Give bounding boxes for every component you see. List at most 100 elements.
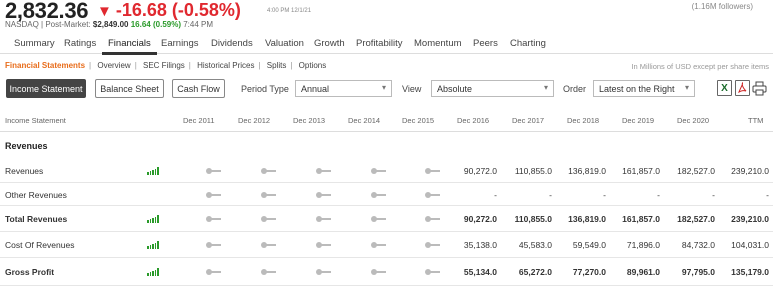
key-icon[interactable] [316,192,332,198]
period-type-select[interactable]: Annual ▾ [295,80,392,97]
table-cell: 182,527.0 [677,166,715,176]
key-icon[interactable] [425,216,441,222]
key-icon[interactable] [206,168,222,174]
mini-chart-icon[interactable] [147,215,159,223]
column-header-dec-2014[interactable]: Dec 2014 [348,116,380,125]
key-icon[interactable] [425,192,441,198]
key-icon[interactable] [371,269,387,275]
subnav-options[interactable]: Options [299,61,327,70]
table-cell: - [549,190,552,200]
tab-valuation[interactable]: Valuation [265,38,304,49]
order-select[interactable]: Latest on the Right ▾ [593,80,695,97]
cash-flow-button[interactable]: Cash Flow [172,79,225,98]
tab-charting[interactable]: Charting [510,38,546,49]
column-header-dec-2013[interactable]: Dec 2013 [293,116,325,125]
column-header-dec-2019[interactable]: Dec 2019 [622,116,654,125]
chevron-down-icon: ▾ [543,83,548,92]
down-arrow-icon: ▼ [97,3,112,20]
sub-nav: Financial Statements | Overview | SEC Fili… [5,61,327,70]
column-header-dec-2020[interactable]: Dec 2020 [677,116,709,125]
tab-momentum[interactable]: Momentum [414,38,462,49]
table-cell: 77,270.0 [572,267,606,277]
table-cell: - [603,190,606,200]
table-row: Gross Profit 55,134.0 65,272.0 77,270.0 89,9… [0,258,773,286]
post-market-line: NASDAQ | Post-Market: $2,849.00 16.64 (0… [5,20,214,29]
table-cell: 161,857.0 [622,214,660,224]
main-tabs: Summary Ratings Financials Earnings Divi… [0,33,773,55]
table-cell: 161,857.0 [622,166,660,176]
tab-profitability[interactable]: Profitability [356,38,402,49]
key-icon[interactable] [206,269,222,275]
view-select[interactable]: Absolute ▾ [431,80,554,97]
row-label: Gross Profit [5,267,55,277]
chevron-down-icon: ▾ [381,83,386,92]
table-cell: - [657,190,660,200]
tab-financials[interactable]: Financials [102,38,157,55]
table-cell: 55,134.0 [463,267,497,277]
subnav-sec-filings[interactable]: SEC Filings [143,61,185,70]
subnav-financial-statements[interactable]: Financial Statements [5,61,85,70]
column-header-label: Income Statement [5,116,66,125]
key-icon[interactable] [316,168,332,174]
income-statement-button[interactable]: Income Statement [6,79,86,98]
key-icon[interactable] [261,269,277,275]
key-icon[interactable] [316,242,332,248]
mini-chart-icon[interactable] [147,241,159,249]
column-header-dec-2016[interactable]: Dec 2016 [457,116,489,125]
order-label: Order [563,84,587,94]
balance-sheet-button[interactable]: Balance Sheet [95,79,164,98]
mini-chart-icon[interactable] [147,268,159,276]
toolbar: Income Statement Balance Sheet Cash Flow… [0,77,773,101]
key-icon[interactable] [425,168,441,174]
key-icon[interactable] [261,192,277,198]
table-cell: - [712,190,715,200]
followers-count: (1.16M followers) [691,2,753,11]
column-header-dec-2017[interactable]: Dec 2017 [512,116,544,125]
table-cell: 135,179.0 [731,267,769,277]
table-cell: 89,961.0 [626,267,660,277]
excel-icon[interactable]: X [717,80,732,96]
table-row: Other Revenues - - - - - - [0,183,773,206]
column-header-ttm[interactable]: TTM [748,116,763,125]
column-header-dec-2015[interactable]: Dec 2015 [402,116,434,125]
subnav-overview[interactable]: Overview [97,61,130,70]
subnav-historical-prices[interactable]: Historical Prices [197,61,254,70]
table-row: Total Revenues 90,272.0 110,855.0 136,819.0… [0,206,773,232]
key-icon[interactable] [206,192,222,198]
subnav-splits[interactable]: Splits [267,61,287,70]
key-icon[interactable] [261,168,277,174]
quote-time: 4:00 PM 12/1/21 [267,8,312,14]
key-icon[interactable] [261,242,277,248]
tab-dividends[interactable]: Dividends [211,38,253,49]
tab-earnings[interactable]: Earnings [161,38,199,49]
chevron-down-icon: ▾ [684,83,689,92]
key-icon[interactable] [206,216,222,222]
table-cell: 35,138.0 [463,240,497,250]
print-icon[interactable] [752,80,767,96]
table-header: Income Statement Dec 2011 Dec 2012 Dec 2… [0,104,773,132]
key-icon[interactable] [316,269,332,275]
table-cell: 136,819.0 [568,166,606,176]
tab-summary[interactable]: Summary [14,38,55,49]
key-icon[interactable] [425,242,441,248]
key-icon[interactable] [425,269,441,275]
table-row: Revenues 90,272.0 110,855.0 136,819.0 161,85… [0,158,773,183]
mini-chart-icon[interactable] [147,167,159,175]
key-icon[interactable] [261,216,277,222]
units-note: In Millions of USD except per share item… [631,62,769,71]
column-header-dec-2018[interactable]: Dec 2018 [567,116,599,125]
key-icon[interactable] [371,216,387,222]
key-icon[interactable] [316,216,332,222]
table-cell: 45,583.0 [518,240,552,250]
column-header-dec-2012[interactable]: Dec 2012 [238,116,270,125]
tab-growth[interactable]: Growth [314,38,345,49]
view-label: View [402,84,422,94]
key-icon[interactable] [371,242,387,248]
tab-peers[interactable]: Peers [473,38,498,49]
column-header-dec-2011[interactable]: Dec 2011 [183,116,215,125]
key-icon[interactable] [371,192,387,198]
key-icon[interactable] [206,242,222,248]
key-icon[interactable] [371,168,387,174]
pdf-icon[interactable] [735,80,750,96]
tab-ratings[interactable]: Ratings [64,38,96,49]
